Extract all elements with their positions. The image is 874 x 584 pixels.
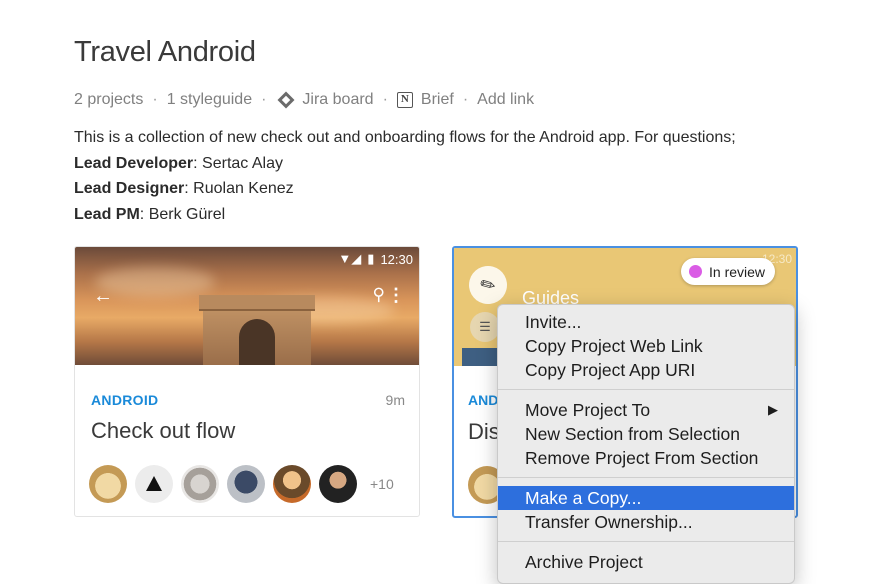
- jira-link[interactable]: Jira board: [275, 91, 374, 109]
- lead-developer-name: : Sertac Alay: [193, 154, 283, 172]
- lead-developer-line: Lead Developer: Sertac Alay: [74, 151, 736, 177]
- page-title: Travel Android: [74, 36, 256, 68]
- separator: ·: [382, 91, 388, 108]
- status-time: 12:30: [380, 251, 413, 267]
- more-vert-icon: ⋮: [387, 285, 405, 305]
- status-badge-label: In review: [709, 263, 766, 280]
- menu-divider: [498, 389, 794, 390]
- menu-item-label: Move Project To: [525, 400, 651, 420]
- avatar: [273, 465, 311, 503]
- description-text: This is a collection of new check out an…: [74, 129, 736, 146]
- jira-label: Jira board: [302, 91, 374, 108]
- project-description: This is a collection of new check out an…: [74, 125, 736, 227]
- menu-item-invite[interactable]: Invite...: [498, 310, 794, 334]
- wifi-icon: ▼◢: [338, 251, 362, 266]
- menu-item-make-copy[interactable]: Make a Copy...: [498, 486, 794, 510]
- separator: ·: [261, 91, 267, 108]
- status-badge[interactable]: In review: [681, 258, 776, 285]
- project-name: Check out flow: [91, 418, 236, 443]
- menu-item-copy-web-link[interactable]: Copy Project Web Link: [498, 334, 794, 358]
- last-updated: 9m: [385, 392, 405, 408]
- arch-opening: [239, 319, 275, 365]
- separator: ·: [462, 91, 469, 108]
- brief-link[interactable]: N Brief: [396, 91, 454, 109]
- avatar: [181, 465, 219, 503]
- jira-icon: [277, 91, 295, 109]
- thumbnail-strip: [462, 348, 500, 366]
- menu-item-transfer-ownership[interactable]: Transfer Ownership...: [498, 510, 794, 534]
- menu-divider: [498, 477, 794, 478]
- lead-designer-label: Lead Designer: [74, 180, 185, 197]
- styleguide-link[interactable]: 1 styleguide: [167, 91, 252, 109]
- project-meta: 2 projects · 1 styleguide · Jira board ·…: [74, 91, 534, 109]
- status-dot: [689, 265, 702, 278]
- arch-image: [199, 295, 315, 365]
- menu-item-new-section[interactable]: New Section from Selection: [498, 422, 794, 446]
- menu-item-remove-from-section[interactable]: Remove Project From Section: [498, 446, 794, 470]
- status-bar: ▼◢ ▮ 12:30: [338, 251, 413, 267]
- context-menu: Invite... Copy Project Web Link Copy Pro…: [497, 304, 795, 584]
- cloud-shape: [95, 267, 215, 297]
- arch-top: [199, 295, 315, 311]
- lead-pm-line: Lead PM: Berk Gürel: [74, 202, 736, 228]
- more-members-count: +10: [370, 476, 394, 492]
- project-name: Dis: [468, 419, 500, 444]
- member-avatars: +10: [89, 465, 394, 503]
- battery-icon: ▮: [367, 251, 375, 266]
- add-link-button[interactable]: Add link: [477, 91, 534, 109]
- menu-item-copy-app-uri[interactable]: Copy Project App URI: [498, 358, 794, 382]
- submenu-arrow-icon: ▶: [768, 402, 778, 417]
- lead-pm-name: : Berk Gürel: [139, 205, 226, 223]
- projects-link[interactable]: 2 projects: [74, 91, 143, 109]
- menu-divider: [498, 541, 794, 542]
- search-icon: ⚲: [372, 285, 385, 304]
- separator: ·: [152, 91, 158, 108]
- lead-designer-line: Lead Designer: Ruolan Kenez: [74, 176, 736, 202]
- platform-tag: ANDROID: [91, 392, 159, 408]
- filter-icon: ☰: [470, 312, 500, 342]
- avatar: [89, 465, 127, 503]
- brief-label: Brief: [420, 91, 454, 108]
- platform-tag: AND: [468, 392, 499, 408]
- notion-icon: N: [396, 92, 413, 108]
- lead-designer-name: : Ruolan Kenez: [184, 180, 294, 197]
- card-thumbnail: ▼◢ ▮ 12:30 ← ⚲ ⋮: [75, 247, 419, 365]
- avatar: [135, 465, 173, 503]
- avatar: [227, 465, 265, 503]
- arrow-left-icon: ←: [93, 285, 113, 307]
- menu-item-move-project[interactable]: Move Project To ▶: [498, 398, 794, 422]
- lead-developer-label: Lead Developer: [74, 154, 194, 172]
- project-card-checkout[interactable]: ▼◢ ▮ 12:30 ← ⚲ ⋮ ANDROID 9m Check out fl…: [74, 246, 420, 517]
- lead-pm-label: Lead PM: [74, 205, 140, 223]
- menu-item-archive-project[interactable]: Archive Project: [498, 550, 794, 574]
- avatar: [319, 465, 357, 503]
